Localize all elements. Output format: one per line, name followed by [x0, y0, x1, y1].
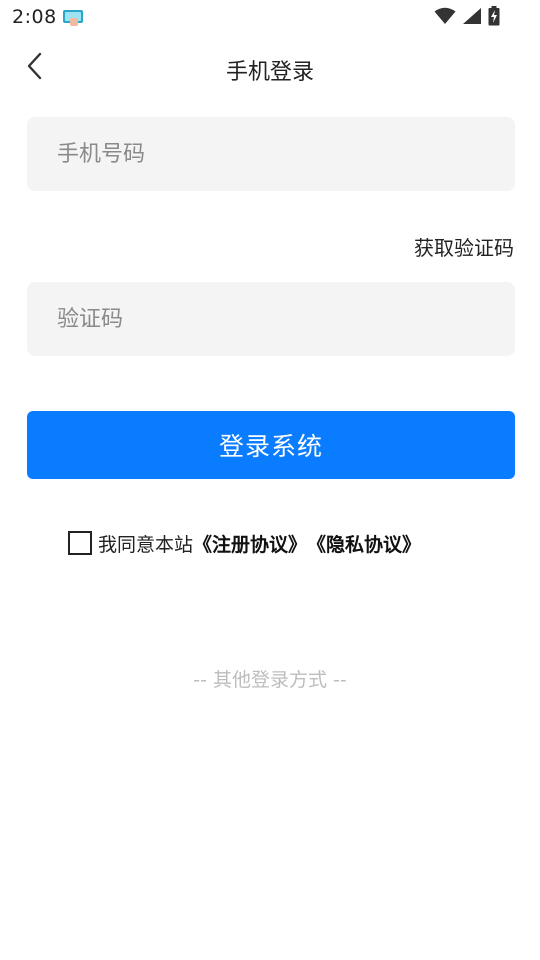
login-button[interactable]: 登录系统 — [27, 411, 515, 479]
status-time: 2:08 — [12, 6, 57, 28]
phone-number-input[interactable] — [27, 117, 515, 191]
agreement-checkbox[interactable] — [68, 531, 92, 555]
status-bar: 2:08 — [0, 0, 540, 36]
verification-code-input[interactable] — [27, 282, 515, 356]
app-notification-icon — [62, 9, 84, 27]
privacy-agreement-link[interactable]: 《隐私协议》 — [307, 530, 421, 557]
status-icons — [434, 6, 500, 30]
other-login-methods-label: -- 其他登录方式 -- — [193, 669, 347, 691]
battery-charging-icon — [488, 6, 500, 30]
phone-field-container — [27, 117, 515, 191]
agreement-row: 我同意本站 《注册协议》 《隐私协议》 — [68, 530, 421, 556]
cellular-signal-icon — [462, 7, 482, 29]
phone-login-screen: 2:08 手机登录 手机号码 获取验证码 验证码 登录系统 我同意本站 《注册协… — [0, 0, 540, 960]
code-field-container — [27, 282, 515, 356]
header: 手机登录 — [0, 40, 540, 98]
wifi-icon — [434, 7, 456, 29]
agreement-prefix: 我同意本站 — [98, 533, 194, 556]
get-verification-code-link[interactable]: 获取验证码 — [414, 232, 514, 261]
page-title: 手机登录 — [225, 60, 314, 85]
register-agreement-link[interactable]: 《注册协议》 — [193, 530, 307, 557]
